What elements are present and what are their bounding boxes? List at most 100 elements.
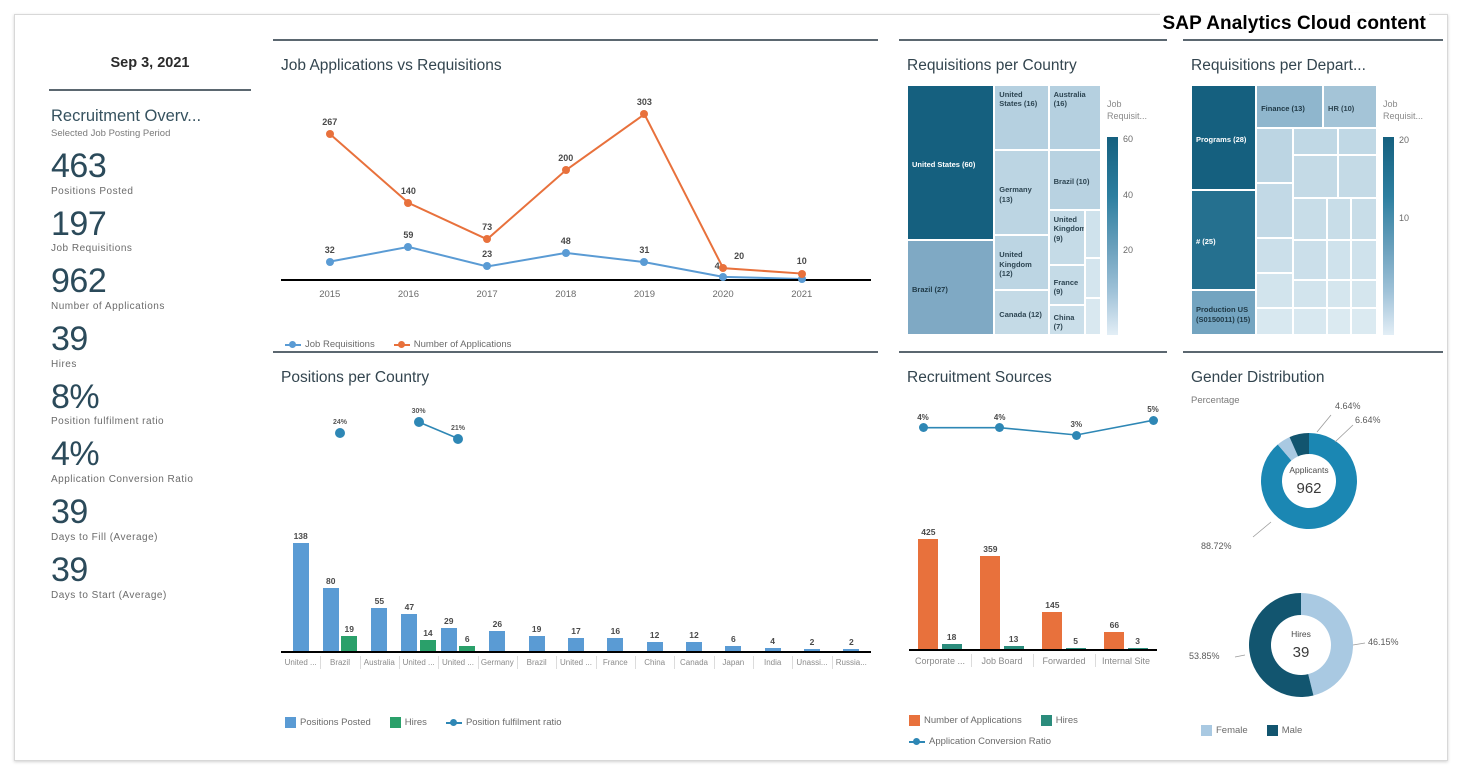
legend-item[interactable]: Male bbox=[1266, 725, 1302, 736]
treemap-cell[interactable]: France (9) bbox=[1048, 265, 1086, 305]
bar[interactable] bbox=[764, 647, 781, 651]
treemap-cell[interactable] bbox=[1293, 155, 1338, 198]
bar[interactable] bbox=[459, 646, 476, 651]
legend-item[interactable]: Application Conversion Ratio bbox=[909, 736, 1051, 747]
treemap-cell[interactable] bbox=[1337, 155, 1377, 198]
legend-item[interactable]: Positions Posted bbox=[285, 717, 371, 728]
treemap-cell[interactable] bbox=[1326, 240, 1351, 280]
line-chart-plot[interactable]: 32 59 23 48 31 4 267 140 73 200 303 20 10 2015 2016 201… bbox=[281, 87, 871, 317]
treemap-cell[interactable]: Canada (12) bbox=[994, 290, 1049, 335]
treemap-cell[interactable] bbox=[1256, 272, 1294, 308]
data-point[interactable] bbox=[453, 433, 463, 444]
bar[interactable] bbox=[725, 646, 742, 651]
legend-item[interactable]: Hires bbox=[1040, 715, 1078, 726]
treemap-cell[interactable] bbox=[1256, 237, 1294, 273]
bar[interactable] bbox=[341, 636, 358, 651]
treemap-cell[interactable]: United States (60) bbox=[907, 85, 995, 240]
treemap-cell[interactable]: United Kingdom (12) bbox=[994, 235, 1049, 290]
treemap-cell[interactable] bbox=[1085, 297, 1101, 335]
bar[interactable] bbox=[419, 640, 436, 651]
treemap-cell[interactable]: # (25) bbox=[1191, 190, 1257, 290]
legend-item[interactable]: Number of Applications bbox=[909, 715, 1022, 726]
applicants-donut-chart[interactable]: Applicants 962 88.72% 4.64% 6.64% bbox=[1183, 401, 1443, 559]
sources-ratio-line-plot[interactable]: 4% 4% 3% 5% bbox=[917, 395, 1159, 475]
treemap-cell[interactable] bbox=[1350, 307, 1377, 335]
positions-bar-plot[interactable]: 138 United ... 80 19 Brazil 55 Australia 47 14 Un… bbox=[281, 529, 871, 684]
legend-item[interactable]: Number of Applications bbox=[393, 339, 511, 350]
treemap-cell[interactable] bbox=[1256, 182, 1294, 238]
treemap-cell[interactable]: Production US (S0150011) (15) bbox=[1191, 290, 1257, 335]
treemap-cell[interactable] bbox=[1326, 280, 1351, 308]
data-point[interactable] bbox=[325, 257, 334, 266]
treemap-cell[interactable] bbox=[1085, 257, 1101, 298]
data-point[interactable] bbox=[1148, 415, 1158, 425]
treemap-cell[interactable] bbox=[1337, 127, 1377, 155]
bar-label: 5 bbox=[1073, 635, 1078, 646]
treemap-cell[interactable] bbox=[1293, 240, 1327, 280]
data-label: 10 bbox=[796, 255, 807, 266]
treemap-cell[interactable]: HR (10) bbox=[1323, 85, 1377, 128]
treemap-cell[interactable] bbox=[1350, 280, 1377, 308]
treemap-cell[interactable]: United States (16) bbox=[994, 85, 1049, 150]
bar[interactable] bbox=[843, 649, 860, 651]
bar[interactable] bbox=[528, 636, 545, 651]
treemap-cell[interactable]: Germany (13) bbox=[994, 150, 1049, 235]
data-point[interactable] bbox=[561, 166, 570, 175]
hires-donut-chart[interactable]: Hires 39 46.15% 53.85% bbox=[1183, 569, 1443, 719]
treemap-cell[interactable]: Brazil (27) bbox=[907, 240, 995, 335]
bar[interactable] bbox=[646, 641, 663, 651]
treemap-cell[interactable]: Australia (16) bbox=[1048, 85, 1101, 150]
legend-item[interactable]: Female bbox=[1201, 725, 1248, 736]
treemap-cell[interactable] bbox=[1293, 307, 1327, 335]
data-point[interactable] bbox=[797, 269, 806, 278]
treemap-cell[interactable] bbox=[1326, 197, 1351, 240]
treemap-cell[interactable] bbox=[1256, 307, 1294, 335]
requisitions-per-country-panel: Requisitions per Country United States (… bbox=[899, 39, 1167, 349]
country-treemap[interactable]: United States (60) Brazil (27) United Stat… bbox=[907, 85, 1101, 335]
data-point[interactable] bbox=[561, 248, 570, 257]
tick-separator bbox=[438, 656, 440, 669]
data-point[interactable] bbox=[325, 129, 334, 138]
bar[interactable] bbox=[1003, 645, 1024, 649]
bar[interactable] bbox=[322, 588, 339, 651]
bar[interactable] bbox=[1065, 647, 1086, 649]
bar[interactable] bbox=[568, 637, 584, 651]
treemap-cell[interactable]: United Kingdom (9) bbox=[1048, 210, 1086, 265]
kpi-block: 463 Positions Posted bbox=[51, 148, 263, 196]
department-treemap[interactable]: Programs (28) # (25) Production US (S01500… bbox=[1191, 85, 1377, 335]
data-point[interactable] bbox=[918, 423, 928, 433]
legend-item[interactable]: Job Requisitions bbox=[285, 339, 375, 350]
gender-distribution-panel: Gender Distribution Percentage Applicant… bbox=[1183, 351, 1443, 751]
treemap-cell[interactable]: Brazil (10) bbox=[1048, 150, 1101, 210]
bar[interactable] bbox=[804, 649, 820, 651]
legend-item[interactable]: Position fulfilment ratio bbox=[445, 717, 562, 728]
treemap-cell[interactable] bbox=[1293, 127, 1338, 155]
data-point[interactable] bbox=[335, 428, 345, 438]
gender-chart-title: Gender Distribution bbox=[1191, 369, 1325, 386]
bar[interactable] bbox=[1127, 647, 1148, 649]
legend-item[interactable]: Hires bbox=[389, 717, 427, 728]
treemap-cell[interactable] bbox=[1256, 127, 1294, 183]
treemap-cell[interactable] bbox=[1085, 210, 1101, 258]
bar[interactable] bbox=[941, 644, 962, 649]
panel-rule bbox=[899, 351, 1167, 353]
data-point[interactable] bbox=[413, 417, 424, 427]
treemap-cell[interactable] bbox=[1350, 240, 1377, 280]
treemap-cell[interactable] bbox=[1293, 197, 1327, 240]
bar[interactable] bbox=[686, 641, 702, 651]
sources-bar-plot[interactable]: 425 18 Corporate ... 359 13 Job Board 145 5 Forw… bbox=[909, 527, 1157, 682]
treemap-cell[interactable]: China (7) bbox=[1048, 305, 1086, 335]
positions-ratio-line-plot[interactable]: 24% 30% 21% bbox=[281, 395, 871, 495]
bar[interactable] bbox=[489, 630, 506, 651]
treemap-cell[interactable] bbox=[1326, 307, 1351, 335]
data-point[interactable] bbox=[719, 272, 728, 281]
treemap-cell[interactable]: Programs (28) bbox=[1191, 85, 1257, 190]
treemap-cell[interactable] bbox=[1350, 197, 1377, 240]
percentage-label: 53.85% bbox=[1189, 651, 1220, 661]
treemap-cell[interactable]: Finance (13) bbox=[1256, 85, 1324, 128]
data-point[interactable] bbox=[1071, 430, 1081, 440]
bar[interactable] bbox=[371, 607, 388, 651]
treemap-cell[interactable] bbox=[1293, 280, 1327, 308]
bar[interactable] bbox=[607, 638, 624, 651]
bar[interactable] bbox=[292, 542, 309, 651]
